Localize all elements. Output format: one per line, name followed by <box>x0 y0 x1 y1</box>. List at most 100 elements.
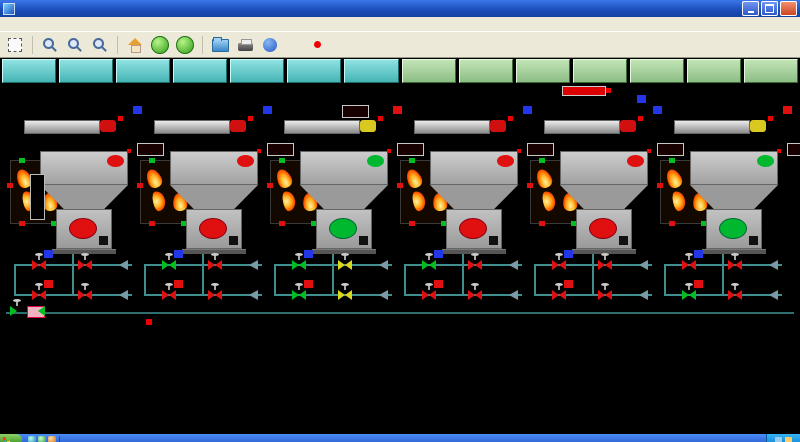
cold-air-control-valve[interactable] <box>32 260 46 270</box>
cold-air-shutoff-valve[interactable] <box>338 260 352 270</box>
magnifier-minus-icon <box>68 38 82 52</box>
maximize-button[interactable] <box>761 1 778 16</box>
bunker-level-bar <box>284 120 360 134</box>
nav-button-7[interactable] <box>402 59 456 83</box>
flame-icon <box>411 190 427 212</box>
hot-air-control-valve[interactable] <box>292 290 306 300</box>
auto-badge <box>637 95 646 103</box>
cold-air-control-valve[interactable] <box>552 260 566 270</box>
zoom-button[interactable] <box>40 35 60 55</box>
nav-button-5[interactable] <box>287 59 341 83</box>
quick-launch-icon-1[interactable] <box>28 436 36 442</box>
printer-icon <box>238 43 253 51</box>
nav-button-11[interactable] <box>630 59 684 83</box>
status-dot-icon <box>19 221 25 226</box>
mill-motor-icon[interactable] <box>69 218 97 239</box>
bunker-level-bar <box>544 120 620 134</box>
zoom-in-button[interactable] <box>90 35 110 55</box>
home-icon <box>127 38 143 52</box>
mill-motor-icon[interactable] <box>329 218 357 239</box>
hot-air-shutoff-valve[interactable] <box>78 290 92 300</box>
close-button[interactable] <box>780 1 797 16</box>
feeder-run-indicator <box>787 143 800 156</box>
hot-air-control-valve[interactable] <box>682 290 696 300</box>
select-tool-button[interactable] <box>5 35 25 55</box>
alarm-dot-icon <box>638 116 643 121</box>
nav-button-10[interactable] <box>573 59 627 83</box>
marquee-icon <box>8 38 22 52</box>
zoom-out-button[interactable] <box>65 35 85 55</box>
manual-badge <box>694 280 703 288</box>
nav-button-1[interactable] <box>59 59 113 83</box>
cold-air-control-valve[interactable] <box>682 260 696 270</box>
hot-air-shutoff-valve[interactable] <box>338 290 352 300</box>
auto-badge <box>694 250 703 258</box>
nav-button-9[interactable] <box>516 59 570 83</box>
nav-button-2[interactable] <box>116 59 170 83</box>
nav-button-13[interactable] <box>744 59 798 83</box>
hot-air-control-valve[interactable] <box>162 290 176 300</box>
open-button[interactable] <box>210 35 230 55</box>
air-pipe-riser <box>534 264 536 296</box>
air-pipe-riser <box>664 264 666 296</box>
nav-button-4[interactable] <box>230 59 284 83</box>
nozzle-icon <box>509 290 518 300</box>
hot-air-shutoff-valve[interactable] <box>728 290 742 300</box>
forward-button[interactable] <box>175 35 195 55</box>
mill-table-cell <box>164 370 260 379</box>
minimize-button[interactable] <box>742 1 759 16</box>
mill-table-cell <box>684 343 780 352</box>
seal-air-valve[interactable] <box>10 307 24 317</box>
hot-air-shutoff-valve[interactable] <box>598 290 612 300</box>
cold-air-control-valve[interactable] <box>292 260 306 270</box>
quick-launch-icon-3[interactable] <box>48 436 56 442</box>
nav-button-0[interactable] <box>2 59 56 83</box>
hot-air-control-valve[interactable] <box>32 290 46 300</box>
cold-air-shutoff-valve[interactable] <box>598 260 612 270</box>
feeder-motor-icon <box>490 120 506 132</box>
nav-button-8[interactable] <box>459 59 513 83</box>
tray-icon-2[interactable] <box>785 437 792 442</box>
mill-table-cell <box>294 361 390 370</box>
mill-motor-icon[interactable] <box>459 218 487 239</box>
mill-table-cell <box>554 397 650 406</box>
toolbar-separator <box>32 36 33 54</box>
back-button[interactable] <box>150 35 170 55</box>
info-button[interactable] <box>260 35 280 55</box>
nozzle-icon <box>249 260 258 270</box>
air-pipe-riser <box>274 264 276 296</box>
mill-motor-icon[interactable] <box>199 218 227 239</box>
system-tray <box>766 434 800 442</box>
print-button[interactable] <box>235 35 255 55</box>
cold-air-control-valve[interactable] <box>422 260 436 270</box>
classifier-motor-icon <box>757 155 774 167</box>
mill-table-cell <box>34 352 130 361</box>
maximize-icon <box>765 4 774 13</box>
cold-air-shutoff-valve[interactable] <box>208 260 222 270</box>
air-pipe-riser <box>404 264 406 296</box>
flame-icon <box>541 190 557 212</box>
mill-table-cell <box>294 379 390 388</box>
mill-table-cell <box>164 334 260 343</box>
home-button[interactable] <box>125 35 145 55</box>
hot-air-control-valve[interactable] <box>552 290 566 300</box>
classifier-motor-icon <box>237 155 254 167</box>
start-button[interactable] <box>0 434 22 442</box>
hot-air-shutoff-valve[interactable] <box>208 290 222 300</box>
hot-air-control-valve[interactable] <box>422 290 436 300</box>
cold-air-shutoff-valve[interactable] <box>468 260 482 270</box>
hot-air-shutoff-valve[interactable] <box>468 290 482 300</box>
nav-button-6[interactable] <box>344 59 398 83</box>
mill-motor-icon[interactable] <box>589 218 617 239</box>
cold-air-shutoff-valve[interactable] <box>728 260 742 270</box>
classifier-motor-icon <box>497 155 514 167</box>
quick-launch-icon-2[interactable] <box>38 436 46 442</box>
mill-table-cell <box>424 361 520 370</box>
mill-motor-icon[interactable] <box>719 218 747 239</box>
cold-air-control-valve[interactable] <box>162 260 176 270</box>
mill-table-cell <box>554 352 650 361</box>
tray-icon-1[interactable] <box>775 437 782 442</box>
cold-air-shutoff-valve[interactable] <box>78 260 92 270</box>
nav-button-12[interactable] <box>687 59 741 83</box>
nav-button-3[interactable] <box>173 59 227 83</box>
